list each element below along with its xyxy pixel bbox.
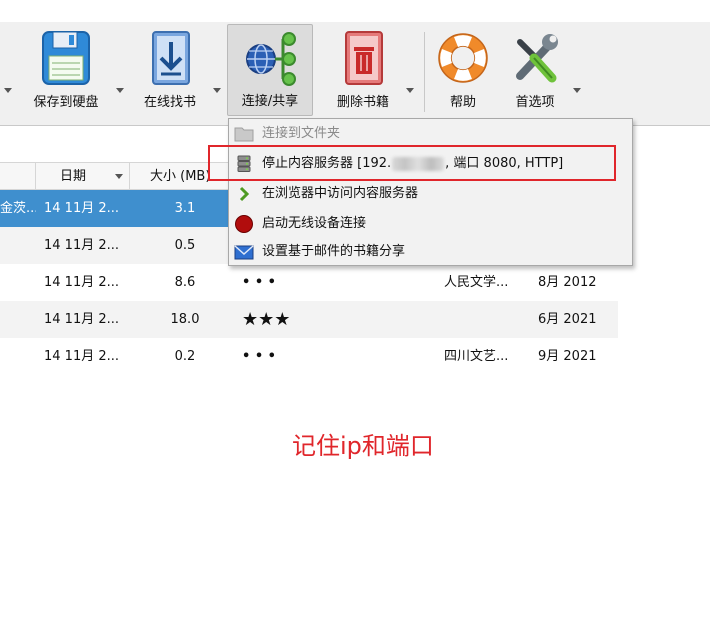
red-dot-icon bbox=[235, 215, 253, 233]
table-row[interactable]: 14 11月 2... 0.2 • • • 四川文艺... 9月 2021 bbox=[0, 338, 618, 375]
save-to-disk-label: 保存到硬盘 bbox=[33, 95, 99, 110]
find-books-dropdown-arrow-icon[interactable] bbox=[213, 88, 221, 93]
table-row[interactable]: 14 11月 2... 18.0 ★★★ 6月 2021 bbox=[0, 301, 618, 338]
menu-item-start-wireless-connection[interactable]: 启动无线设备连接 bbox=[229, 209, 632, 239]
lifebuoy-icon bbox=[438, 33, 488, 83]
dropdown-arrow-icon[interactable] bbox=[4, 88, 12, 93]
table-cell-pubdate: 9月 2021 bbox=[538, 349, 597, 364]
help-label: 帮助 bbox=[449, 95, 476, 110]
remove-books-label: 删除书籍 bbox=[336, 95, 389, 110]
table-cell-publisher: 四川文艺... bbox=[444, 349, 509, 364]
column-header-title[interactable] bbox=[0, 163, 36, 190]
remove-dropdown-arrow-icon[interactable] bbox=[406, 88, 414, 93]
folder-icon bbox=[234, 127, 254, 142]
preferences-dropdown-arrow-icon[interactable] bbox=[573, 88, 581, 93]
find-books-online-button[interactable]: 在线找书 bbox=[132, 24, 208, 116]
chevron-right-icon bbox=[239, 186, 250, 202]
help-button[interactable]: 帮助 bbox=[430, 24, 496, 116]
tools-icon bbox=[516, 34, 558, 83]
table-cell-size: 18.0 bbox=[170, 312, 200, 327]
table-cell-date: 14 11月 2... bbox=[44, 238, 120, 253]
column-header-date[interactable]: 日期 bbox=[36, 163, 130, 190]
find-books-online-label: 在线找书 bbox=[143, 95, 196, 110]
sort-descending-icon bbox=[115, 174, 123, 179]
save-to-disk-button[interactable]: 保存到硬盘 bbox=[24, 24, 108, 116]
email-icon bbox=[234, 245, 254, 260]
table-cell-size: 0.5 bbox=[174, 238, 196, 253]
menu-item-visit-server-in-browser[interactable]: 在浏览器中访问内容服务器 bbox=[229, 179, 632, 209]
table-cell-pubdate: 6月 2021 bbox=[538, 312, 597, 327]
table-cell-size: 8.6 bbox=[174, 275, 196, 290]
table-cell-publisher: 人民文学... bbox=[444, 275, 509, 290]
table-cell-rating: • • • bbox=[242, 349, 276, 364]
save-dropdown-arrow-icon[interactable] bbox=[116, 88, 124, 93]
highlight-box bbox=[208, 145, 616, 181]
toolbar: 保存到硬盘 在线找书 连接/共享 删除书籍 帮助 首选项 bbox=[0, 22, 710, 126]
table-cell-pubdate: 8月 2012 bbox=[538, 275, 597, 290]
menu-item-email-book-sharing[interactable]: 设置基于邮件的书籍分享 bbox=[229, 237, 632, 267]
trash-book-icon bbox=[345, 31, 383, 85]
connect-share-button[interactable]: 连接/共享 bbox=[227, 24, 313, 116]
globe-network-icon bbox=[246, 32, 296, 86]
annotation-note: 记住ip和端口 bbox=[292, 432, 434, 460]
floppy-disk-icon bbox=[42, 31, 90, 85]
table-cell-date: 14 11月 2... bbox=[44, 201, 120, 216]
preferences-button[interactable]: 首选项 bbox=[500, 24, 570, 116]
download-book-icon bbox=[152, 31, 190, 85]
table-cell-date: 14 11月 2... bbox=[44, 349, 120, 364]
table-cell-date: 14 11月 2... bbox=[44, 312, 120, 327]
table-row[interactable]: 14 11月 2... 8.6 • • • 人民文学... 8月 2012 bbox=[0, 264, 618, 301]
table-cell-rating: ★★★ bbox=[242, 309, 291, 330]
table-cell-size: 0.2 bbox=[174, 349, 196, 364]
preferences-label: 首选项 bbox=[515, 95, 555, 110]
table-cell-rating: • • • bbox=[242, 275, 276, 290]
remove-books-button[interactable]: 删除书籍 bbox=[324, 24, 402, 116]
table-cell-date: 14 11月 2... bbox=[44, 275, 120, 290]
table-cell-size: 3.1 bbox=[174, 201, 196, 216]
table-cell-title: 金茨... bbox=[0, 201, 36, 216]
connect-share-label: 连接/共享 bbox=[241, 94, 299, 109]
toolbar-separator bbox=[424, 32, 425, 112]
connect-share-menu: 连接到文件夹 停止内容服务器 [192., 端口 8080, HTTP] 在浏览… bbox=[228, 118, 633, 266]
